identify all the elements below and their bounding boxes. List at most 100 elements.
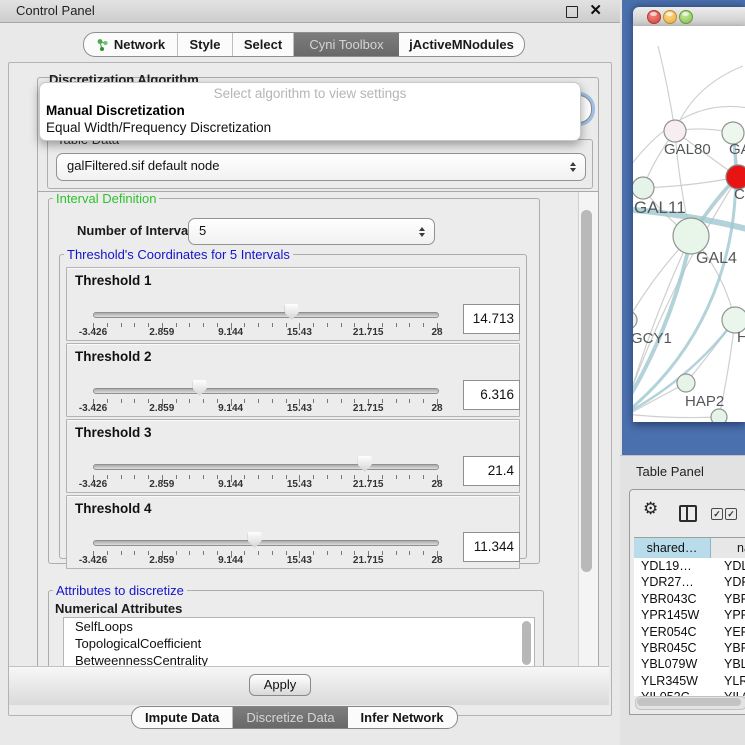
- cell-shared-name: YER054C: [634, 624, 717, 640]
- tick-mark: [258, 475, 259, 479]
- table-body: YDL19…YDL1YDR27…YDR2YBR043CYBR0YPR145WYP…: [634, 558, 745, 696]
- table-row[interactable]: YER054CYER0: [634, 624, 745, 640]
- network-node-label-gal4: GAL4: [696, 250, 737, 267]
- tick-label: 28: [431, 403, 442, 414]
- checkbox-icon[interactable]: ✓: [711, 508, 723, 520]
- tick-mark: [203, 399, 204, 403]
- tick-label: 9.144: [218, 327, 243, 338]
- tab-network-label: Network: [114, 37, 165, 52]
- network-node-gal4[interactable]: [673, 218, 709, 254]
- network-node-label-hap2: HAP2: [685, 393, 724, 410]
- tick-mark: [203, 551, 204, 555]
- tab-infer-network[interactable]: Infer Network: [348, 707, 457, 728]
- tick-mark: [272, 399, 273, 403]
- tick-mark: [121, 551, 122, 555]
- network-window-titlebar[interactable]: [633, 7, 745, 27]
- apply-button[interactable]: Apply: [249, 674, 311, 696]
- network-edge: [633, 414, 719, 418]
- close-icon[interactable]: ✕: [589, 1, 602, 19]
- gear-icon[interactable]: ⚙: [643, 500, 658, 517]
- tab-impute-data[interactable]: Impute Data: [132, 707, 233, 728]
- mac-close-icon[interactable]: [647, 10, 661, 24]
- numerical-attributes-label: Numerical Attributes: [55, 601, 182, 616]
- table-row[interactable]: YIL052CYIL0: [634, 689, 745, 696]
- list-scrollbar-thumb[interactable]: [522, 621, 531, 665]
- table-header-row: shared… name: [634, 537, 745, 560]
- table-row[interactable]: YDR27…YDR2: [634, 574, 745, 590]
- table-row[interactable]: YLR345WYLR3: [634, 673, 745, 689]
- combo-spinner-icon: [570, 162, 576, 172]
- network-node-node[interactable]: [711, 409, 727, 422]
- cell-shared-name: YBL079W: [634, 656, 717, 672]
- columns-icon[interactable]: [679, 505, 697, 522]
- threshold-panel-2: Threshold 2-3.4262.8599.14415.4321.71528…: [66, 343, 520, 417]
- tick-mark: [423, 399, 424, 403]
- mac-minimize-icon[interactable]: [663, 10, 677, 24]
- column-header-name[interactable]: name: [711, 538, 745, 559]
- screen: Control Panel ✕ Network Style Select Cyn…: [0, 0, 745, 745]
- network-node-label-red: C: [734, 186, 745, 203]
- tick-mark: [327, 475, 328, 479]
- table-row[interactable]: YBR043CYBR0: [634, 591, 745, 607]
- threshold-value-field[interactable]: 21.4: [463, 456, 520, 486]
- mac-zoom-icon[interactable]: [679, 10, 693, 24]
- dropdown-option-manual-discretization[interactable]: Manual Discretization: [46, 103, 574, 120]
- network-edge: [658, 46, 675, 131]
- table-row[interactable]: YBL079WYBL0: [634, 656, 745, 672]
- horizontal-scrollbar-thumb[interactable]: [637, 698, 741, 706]
- tab-discretize-data[interactable]: Discretize Data: [233, 707, 347, 728]
- list-item[interactable]: SelfLoops: [64, 618, 534, 635]
- tab-network[interactable]: Network: [84, 33, 178, 56]
- cell-shared-name: YIL052C: [634, 689, 717, 696]
- network-view[interactable]: GAL80GACGAL11GAL4GCY1HHAP2: [633, 26, 745, 422]
- threshold-value-field[interactable]: 14.713: [463, 304, 520, 334]
- tick-mark: [409, 475, 410, 479]
- tick-mark: [189, 475, 190, 479]
- network-edge: [643, 177, 738, 188]
- checkbox-icon[interactable]: ✓: [725, 508, 737, 520]
- cell-shared-name: YBR045C: [634, 640, 717, 656]
- tick-mark: [409, 323, 410, 327]
- table-row[interactable]: YBR045CYBR0: [634, 640, 745, 656]
- slider-tick-area: [93, 268, 437, 340]
- tab-jactivemnodules[interactable]: jActiveMNodules: [399, 33, 524, 56]
- network-node-label-gal11: GAL11: [634, 198, 686, 217]
- tab-style[interactable]: Style: [178, 33, 233, 56]
- float-window-icon[interactable]: [566, 6, 578, 18]
- slider-tick-area: [93, 344, 437, 416]
- tick-mark: [189, 323, 190, 327]
- vertical-scrollbar-thumb[interactable]: [581, 210, 592, 572]
- column-header-shared-name[interactable]: shared…: [634, 538, 711, 559]
- tick-mark: [189, 399, 190, 403]
- tick-label: 28: [431, 327, 442, 338]
- number-of-intervals-combobox[interactable]: 5: [188, 218, 435, 245]
- threshold-value-field[interactable]: 11.344: [463, 532, 520, 562]
- tab-select[interactable]: Select: [233, 33, 294, 56]
- dropdown-option-equal-width-frequency[interactable]: Equal Width/Frequency Discretization: [46, 120, 574, 137]
- table-panel-section: Table Panel ⚙ ✓ ✓ shared… name YDL19…YDL…: [620, 455, 745, 745]
- network-node-gal11[interactable]: [633, 177, 654, 199]
- network-edge: [633, 136, 736, 412]
- tick-label: 28: [431, 555, 442, 566]
- threshold-value-field[interactable]: 6.316: [463, 380, 520, 410]
- tick-label: 9.144: [218, 479, 243, 490]
- cell-name: YIL0: [717, 689, 745, 696]
- tick-mark: [327, 399, 328, 403]
- network-canvas: GAL80GACGAL11GAL4GCY1HHAP2: [633, 26, 745, 422]
- tab-cyni-toolbox[interactable]: Cyni Toolbox: [294, 33, 399, 56]
- combo-spinner-icon: [419, 227, 425, 237]
- tab-jactivemnodules-label: jActiveMNodules: [409, 37, 514, 52]
- table-row[interactable]: YDL19…YDL1: [634, 558, 745, 574]
- tick-label: 28: [431, 479, 442, 490]
- horizontal-scrollbar[interactable]: [635, 696, 745, 710]
- table-row[interactable]: YPR145WYPR1: [634, 607, 745, 623]
- network-node-hap2[interactable]: [677, 374, 695, 392]
- network-node-gcy1[interactable]: [633, 311, 637, 329]
- tick-label: 2.859: [149, 555, 174, 566]
- list-item[interactable]: TopologicalCoefficient: [64, 635, 534, 652]
- table-data-combobox[interactable]: galFiltered.sif default node: [56, 153, 586, 181]
- algorithm-dropdown-popup: Select algorithm to view settings Manual…: [39, 82, 581, 141]
- network-node-gal80[interactable]: [664, 120, 686, 142]
- tick-mark: [244, 475, 245, 479]
- vertical-scrollbar[interactable]: [578, 192, 599, 667]
